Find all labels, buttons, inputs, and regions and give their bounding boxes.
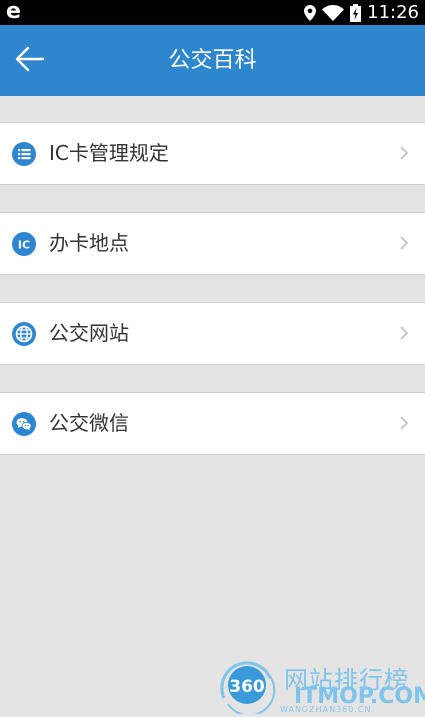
menu-item-label: 办卡地点 bbox=[49, 231, 129, 255]
app-bar: 公交百科 bbox=[0, 25, 425, 96]
menu-item-label: IC卡管理规定 bbox=[49, 141, 169, 165]
menu-item-card-locations[interactable]: IC 办卡地点 bbox=[0, 212, 425, 275]
wechat-icon bbox=[12, 412, 36, 436]
menu-item-ic-card-rules[interactable]: IC卡管理规定 bbox=[0, 122, 425, 185]
watermark-subdomain: WANGZHAN360.CN bbox=[280, 705, 372, 714]
page-title: 公交百科 bbox=[168, 48, 257, 73]
menu-item-label: 公交网站 bbox=[49, 321, 129, 345]
watermark: 360 网站排行榜 ITMOP.COM WANGZHAN360.CN bbox=[214, 656, 425, 716]
location-icon bbox=[304, 4, 317, 21]
browser-icon: e bbox=[6, 0, 21, 24]
wifi-icon bbox=[322, 4, 345, 21]
chevron-right-icon bbox=[400, 416, 409, 430]
chevron-right-icon bbox=[400, 146, 409, 160]
chevron-right-icon bbox=[400, 326, 409, 340]
globe-icon bbox=[12, 322, 36, 346]
watermark-logo-text: 360 bbox=[229, 677, 265, 697]
menu-item-bus-wechat[interactable]: 公交微信 bbox=[0, 392, 425, 455]
battery-charging-icon bbox=[350, 3, 362, 22]
clock: 11:26 bbox=[367, 2, 419, 23]
svg-text:IC: IC bbox=[18, 239, 30, 252]
status-bar: e 11:26 bbox=[0, 0, 425, 25]
status-icons: 11:26 bbox=[304, 0, 419, 25]
menu-item-bus-website[interactable]: 公交网站 bbox=[0, 302, 425, 365]
menu-item-label: 公交微信 bbox=[49, 411, 129, 435]
list-icon bbox=[12, 142, 36, 166]
ic-card-icon: IC bbox=[12, 232, 36, 256]
chevron-right-icon bbox=[400, 236, 409, 250]
360-logo-icon: 360 bbox=[220, 661, 276, 714]
